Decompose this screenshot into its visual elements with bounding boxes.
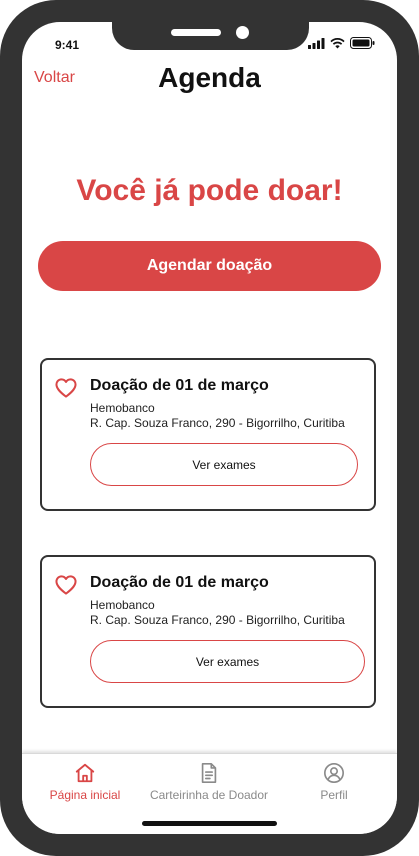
status-time: 9:41	[55, 38, 80, 52]
tab-home-label: Página inicial	[49, 788, 121, 802]
view-exams-button[interactable]: Ver exames	[90, 443, 358, 486]
signal-icon	[308, 37, 325, 49]
status-icons	[308, 37, 375, 49]
user-circle-icon	[323, 762, 345, 789]
home-icon	[74, 762, 96, 789]
schedule-donation-button[interactable]: Agendar doação	[38, 241, 381, 291]
home-indicator[interactable]	[142, 821, 277, 826]
tab-profile-label: Perfil	[320, 788, 348, 802]
phone-frame: 9:41 Voltar Agenda Você já pode doar! Ag…	[0, 0, 419, 856]
donation-address: R. Cap. Souza Franco, 290 - Bigorrilho, …	[90, 613, 345, 627]
wifi-icon	[330, 37, 345, 48]
screen: 9:41 Voltar Agenda Você já pode doar! Ag…	[22, 22, 397, 834]
page-title: Agenda	[158, 62, 261, 93]
eligibility-headline: Você já pode doar!	[76, 174, 343, 207]
heart-icon	[55, 378, 77, 403]
document-icon	[199, 762, 219, 789]
view-exams-button[interactable]: Ver exames	[90, 640, 365, 683]
battery-icon	[350, 37, 375, 49]
donation-title: Doação de 01 de março	[90, 377, 269, 394]
donation-place: Hemobanco	[90, 598, 155, 612]
tab-profile[interactable]: Perfil	[303, 754, 365, 814]
donation-title: Doação de 01 de março	[90, 574, 269, 591]
heart-icon	[55, 575, 77, 600]
tab-donor-card-label: Carteirinha de Doador	[149, 788, 269, 802]
tab-donor-card[interactable]: Carteirinha de Doador	[140, 754, 278, 814]
donation-place: Hemobanco	[90, 401, 155, 415]
donation-address: R. Cap. Souza Franco, 290 - Bigorrilho, …	[90, 416, 345, 430]
tab-home[interactable]: Página inicial	[40, 754, 130, 814]
donation-card: Doação de 01 de março Hemobanco R. Cap. …	[40, 555, 376, 708]
camera	[236, 26, 249, 39]
donation-card: Doação de 01 de março Hemobanco R. Cap. …	[40, 358, 376, 511]
notch	[112, 22, 309, 50]
speaker	[171, 29, 221, 36]
